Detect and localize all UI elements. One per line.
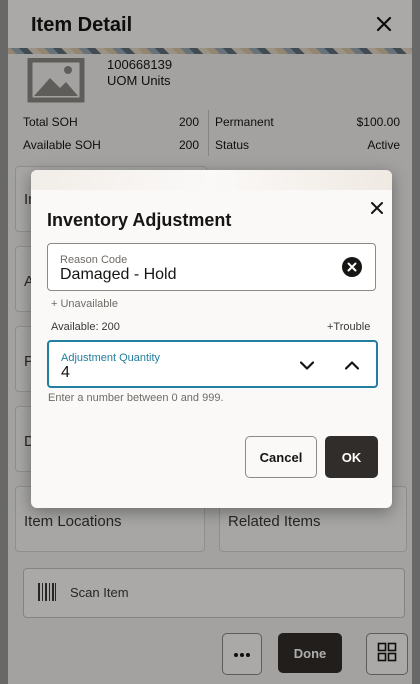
grid-view-button[interactable] [366, 633, 408, 675]
adjustment-quantity-value[interactable]: 4 [61, 364, 70, 382]
ellipsis-icon [233, 645, 251, 663]
barcode-icon [37, 582, 57, 607]
reason-code-value: Damaged - Hold [60, 266, 177, 283]
done-button[interactable]: Done [278, 633, 342, 673]
metric-label-total-soh: Total SOH [23, 115, 78, 129]
metric-label-permanent: Permanent [215, 115, 274, 129]
header-banner [8, 48, 412, 54]
item-id: 100668139 [107, 57, 173, 72]
close-icon[interactable] [370, 10, 398, 38]
metric-value-permanent: $100.00 [356, 115, 400, 129]
adjustment-quantity-label: Adjustment Quantity [61, 352, 161, 364]
metric-value-status: Active [367, 138, 400, 152]
chevron-up-icon[interactable] [341, 354, 363, 376]
trouble-toggle[interactable]: +Trouble [327, 321, 370, 333]
cancel-button[interactable]: Cancel [245, 436, 317, 478]
card-label-related-items: Related Items [228, 513, 321, 530]
more-actions-button[interactable] [222, 633, 262, 675]
available-quantity: Available: 200 [51, 321, 120, 333]
page-title: Item Detail [31, 14, 133, 36]
grid-icon [377, 642, 397, 667]
close-icon[interactable] [365, 196, 389, 220]
ok-button[interactable]: OK [325, 436, 378, 478]
chevron-down-icon[interactable] [296, 354, 318, 376]
clear-icon[interactable] [342, 257, 362, 277]
card-label-item-locations: Item Locations [24, 513, 122, 530]
quantity-hint: Enter a number between 0 and 999. [48, 392, 224, 404]
image-placeholder-icon [24, 57, 88, 104]
metric-value-total-soh: 200 [178, 115, 199, 129]
item-uom: UOM Units [107, 73, 171, 88]
metric-label-status: Status [215, 138, 250, 152]
scan-item-label: Scan Item [70, 585, 129, 600]
dialog-title: Inventory Adjustment [47, 210, 232, 230]
reason-code-label: Reason Code [60, 254, 128, 266]
dialog-header-texture [31, 170, 392, 190]
inventory-adjustment-dialog: Inventory Adjustment Reason Code Damaged… [31, 170, 392, 508]
metric-label-available-soh: Available SOH [23, 138, 101, 152]
page-header: Item Detail [8, 0, 412, 52]
adjustment-quantity-stepper[interactable]: Adjustment Quantity 4 [47, 340, 378, 388]
scan-item-button[interactable]: Scan Item [23, 568, 405, 618]
divider [208, 110, 209, 156]
reason-code-select[interactable]: Reason Code Damaged - Hold [47, 243, 376, 291]
unavailable-toggle[interactable]: + Unavailable [51, 298, 118, 310]
metric-value-available-soh: 200 [178, 138, 199, 152]
